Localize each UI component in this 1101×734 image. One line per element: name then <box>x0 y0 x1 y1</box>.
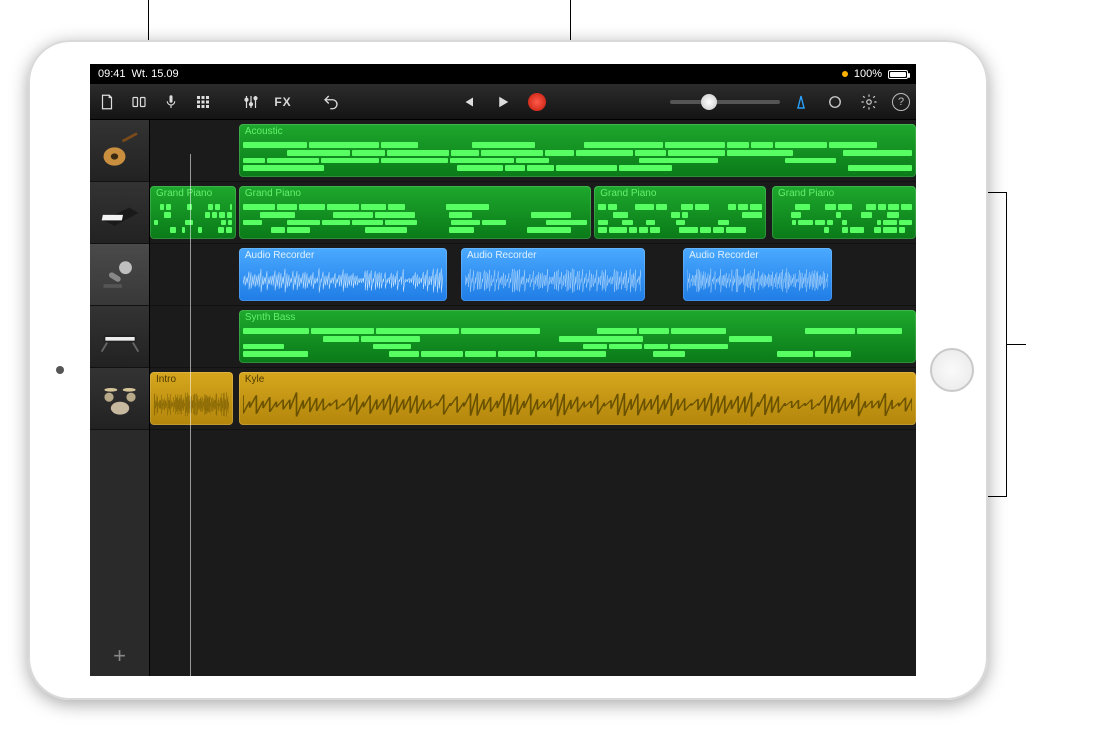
region-label: Grand Piano <box>156 188 212 199</box>
my-songs-button[interactable] <box>96 91 118 113</box>
play-button[interactable] <box>492 91 514 113</box>
metronome-icon[interactable] <box>790 91 812 113</box>
track-lane[interactable]: Intro Kyle <box>150 368 916 430</box>
region-label: Intro <box>156 374 176 385</box>
region-label: Grand Piano <box>600 188 656 199</box>
add-track-button[interactable]: + <box>90 636 149 676</box>
region[interactable]: Synth Bass <box>239 310 916 363</box>
undo-icon[interactable] <box>320 91 342 113</box>
track-lane[interactable]: Acoustic <box>150 120 916 182</box>
track-headers: + <box>90 120 150 676</box>
region-label: Grand Piano <box>778 188 834 199</box>
region-label: Audio Recorder <box>245 250 314 261</box>
location-indicator-icon <box>842 71 848 77</box>
status-bar: 09:41 Wt. 15.09 100% <box>90 64 916 84</box>
region-label: Kyle <box>245 374 264 385</box>
help-button[interactable]: ? <box>892 93 910 111</box>
settings-icon[interactable] <box>858 91 880 113</box>
master-volume-slider[interactable] <box>670 100 780 104</box>
ipad-camera <box>56 366 64 374</box>
rewind-button[interactable] <box>456 91 478 113</box>
toolbar: FX <box>90 84 916 120</box>
status-date: Wt. 15.09 <box>132 68 179 80</box>
region[interactable]: Grand Piano <box>594 186 766 239</box>
battery-percent: 100% <box>854 68 882 80</box>
region-label: Synth Bass <box>245 312 296 323</box>
region[interactable]: Grand Piano <box>772 186 916 239</box>
ipad-frame: 09:41 Wt. 15.09 100% FX <box>28 40 988 700</box>
track-header-piano[interactable] <box>90 182 149 244</box>
track-header-synth[interactable] <box>90 306 149 368</box>
callout-line <box>1006 192 1007 497</box>
transport-controls <box>456 91 546 113</box>
home-button[interactable] <box>930 348 974 392</box>
callout-line <box>1006 344 1026 345</box>
mixer-icon[interactable] <box>240 91 262 113</box>
region[interactable]: Intro <box>150 372 233 425</box>
region[interactable]: Grand Piano <box>239 186 591 239</box>
loop-icon[interactable] <box>824 91 846 113</box>
status-time: 09:41 <box>98 68 126 80</box>
slider-thumb[interactable] <box>701 94 717 110</box>
browser-button[interactable] <box>128 91 150 113</box>
region[interactable]: Grand Piano <box>150 186 236 239</box>
region-label: Audio Recorder <box>689 250 758 261</box>
fx-button[interactable]: FX <box>272 91 294 113</box>
region[interactable]: Audio Recorder <box>239 248 447 301</box>
track-lane[interactable]: Synth Bass <box>150 306 916 368</box>
tracks-area: + AcousticGrand PianoGrand PianoGrand Pi… <box>90 120 916 676</box>
region[interactable]: Acoustic <box>239 124 916 177</box>
record-button[interactable] <box>528 93 546 111</box>
track-lanes[interactable]: AcousticGrand PianoGrand PianoGrand Pian… <box>150 120 916 676</box>
region-label: Acoustic <box>245 126 283 137</box>
track-lane[interactable]: Grand Piano Grand Piano Grand Piano Grand P… <box>150 182 916 244</box>
battery-icon <box>888 70 908 79</box>
track-header-guitar[interactable] <box>90 120 149 182</box>
region[interactable]: Audio Recorder <box>461 248 645 301</box>
track-header-mic[interactable] <box>90 244 149 306</box>
region[interactable]: Kyle <box>239 372 916 425</box>
track-lane[interactable]: Audio Recorder Audio Recorder Audio Record… <box>150 244 916 306</box>
track-header-drums[interactable] <box>90 368 149 430</box>
region-label: Grand Piano <box>245 188 301 199</box>
region-label: Audio Recorder <box>467 250 536 261</box>
grid-icon[interactable] <box>192 91 214 113</box>
region[interactable]: Audio Recorder <box>683 248 832 301</box>
app-screen: 09:41 Wt. 15.09 100% FX <box>90 64 916 676</box>
mic-icon[interactable] <box>160 91 182 113</box>
